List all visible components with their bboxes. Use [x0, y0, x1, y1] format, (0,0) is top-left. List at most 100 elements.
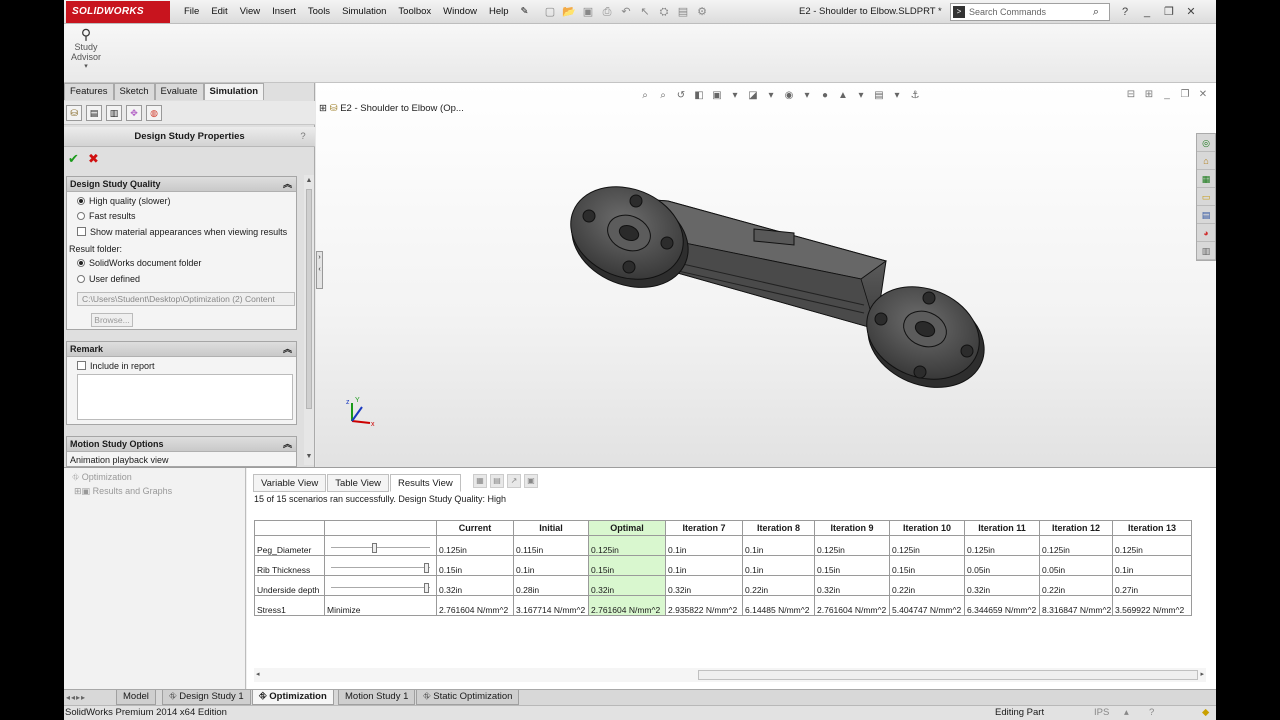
- undo-icon[interactable]: ↶: [618, 4, 634, 20]
- column-header[interactable]: Iteration 10: [889, 520, 965, 536]
- feature-manager-icon[interactable]: ⛁: [66, 105, 82, 121]
- menu-file[interactable]: File: [178, 0, 205, 24]
- graphics-area[interactable]: ⊞ ⛁ E2 - Shoulder to Elbow (Op... ⌕ ⌕ ↺ …: [316, 83, 1216, 467]
- design-library-icon[interactable]: ⌂: [1197, 152, 1215, 170]
- select-icon[interactable]: ↖: [637, 4, 653, 20]
- property-manager-icon[interactable]: ▤: [86, 105, 102, 121]
- column-header[interactable]: Iteration 13: [1112, 520, 1192, 536]
- value-slider[interactable]: [327, 582, 434, 593]
- export-icon[interactable]: ↗: [507, 474, 521, 488]
- column-header[interactable]: Iteration 7: [665, 520, 743, 536]
- file-properties-icon[interactable]: ▤: [675, 4, 691, 20]
- close-icon[interactable]: ✕: [1182, 3, 1200, 21]
- display-manager-icon[interactable]: ◍: [146, 105, 162, 121]
- fast-results-radio[interactable]: Fast results: [77, 210, 136, 222]
- group-header[interactable]: Motion Study Options ︽: [67, 437, 296, 452]
- optimization-root[interactable]: ⛗ Optimization: [72, 472, 132, 483]
- save-icon[interactable]: ▣: [580, 4, 596, 20]
- help-icon[interactable]: ?: [297, 127, 309, 147]
- results-and-graphs-node[interactable]: ⊞▣ Results and Graphs: [74, 486, 172, 497]
- scroll-right-icon[interactable]: ▸: [1200, 668, 1204, 682]
- slider-knob[interactable]: [424, 582, 430, 593]
- help-icon[interactable]: ?: [1149, 706, 1154, 720]
- solidworks-folder-radio[interactable]: SolidWorks document folder: [77, 257, 201, 269]
- result-folder-path-field[interactable]: C:\Users\Student\Desktop\Optimization (2…: [77, 292, 295, 306]
- collapse-icon[interactable]: ︽: [283, 437, 292, 452]
- rebuild-status-icon[interactable]: ◆: [1202, 706, 1209, 720]
- variable-slider-cell[interactable]: [324, 535, 437, 556]
- tab-navigation-icon[interactable]: ◂◂▸▸: [66, 690, 86, 705]
- file-explorer-icon[interactable]: ▦: [1197, 170, 1215, 188]
- column-header[interactable]: Initial: [513, 520, 589, 536]
- variable-slider-cell[interactable]: [324, 575, 437, 596]
- solidworks-logo[interactable]: SOLIDWORKS: [66, 1, 170, 23]
- graph-icon[interactable]: ▤: [490, 474, 504, 488]
- scrollbar-thumb[interactable]: [306, 189, 312, 409]
- chevron-down-icon[interactable]: ▾: [68, 62, 104, 72]
- slider-knob[interactable]: [424, 562, 430, 573]
- high-quality-radio[interactable]: High quality (slower): [77, 195, 171, 207]
- column-header[interactable]: Iteration 8: [742, 520, 815, 536]
- variable-slider-cell[interactable]: [324, 555, 437, 576]
- tab-features[interactable]: Features: [64, 83, 114, 100]
- expand-icon[interactable]: ⊞: [74, 486, 82, 496]
- menu-toolbox[interactable]: Toolbox: [392, 0, 437, 24]
- new-document-icon[interactable]: ▢: [542, 4, 558, 20]
- ok-checkmark-icon[interactable]: ✔: [68, 151, 79, 167]
- menu-view[interactable]: View: [234, 0, 266, 24]
- search-commands-input[interactable]: > Search Commands ⌕: [950, 3, 1110, 21]
- dimxpert-icon[interactable]: ✥: [126, 105, 142, 121]
- tab-model[interactable]: Model: [116, 690, 156, 705]
- cancel-x-icon[interactable]: ✖: [88, 151, 99, 167]
- remark-textarea[interactable]: [77, 374, 293, 420]
- include-in-report-checkbox[interactable]: Include in report: [77, 360, 155, 372]
- column-header[interactable]: Iteration 11: [964, 520, 1040, 536]
- restore-icon[interactable]: ❐: [1160, 3, 1178, 21]
- view-palette-icon[interactable]: ▤: [1197, 206, 1215, 224]
- menu-help[interactable]: Help: [483, 0, 515, 24]
- user-defined-radio[interactable]: User defined: [77, 273, 140, 285]
- column-header[interactable]: Iteration 12: [1039, 520, 1113, 536]
- pin-icon[interactable]: ✎: [515, 0, 535, 24]
- solidworks-resources-icon[interactable]: ◎: [1197, 134, 1215, 152]
- column-header-optimal[interactable]: Optimal: [588, 520, 666, 536]
- tab-motion-study-1[interactable]: Motion Study 1: [338, 690, 416, 705]
- horizontal-scrollbar[interactable]: ◂ ▸: [254, 668, 1206, 682]
- column-header[interactable]: Iteration 9: [814, 520, 890, 536]
- menu-window[interactable]: Window: [437, 0, 483, 24]
- options-icon[interactable]: ⚙: [694, 4, 710, 20]
- search-folder-icon[interactable]: ▭: [1197, 188, 1215, 206]
- collapse-icon[interactable]: ︽: [283, 177, 292, 192]
- tab-variable-view[interactable]: Variable View: [253, 474, 327, 492]
- chevron-up-icon[interactable]: ▴: [1124, 706, 1129, 720]
- tab-simulation[interactable]: Simulation: [203, 83, 265, 100]
- column-header[interactable]: Current: [436, 520, 514, 536]
- open-icon[interactable]: 📂: [561, 4, 577, 20]
- scroll-up-icon[interactable]: ▲: [304, 177, 314, 184]
- save-icon[interactable]: ▣: [524, 474, 538, 488]
- scrollbar-thumb[interactable]: [698, 670, 1198, 680]
- tab-sketch[interactable]: Sketch: [113, 83, 155, 100]
- tab-static-optimization[interactable]: ⛗ Static Optimization: [416, 690, 520, 705]
- custom-properties-icon[interactable]: ▥: [1197, 242, 1215, 260]
- search-icon[interactable]: ⌕: [1093, 4, 1099, 20]
- appearances-icon[interactable]: ◕: [1197, 224, 1215, 242]
- tab-design-study-1[interactable]: ⛗ Design Study 1: [162, 690, 251, 705]
- value-slider[interactable]: [327, 562, 434, 573]
- study-advisor-button[interactable]: ⚲ Study Advisor ▾: [68, 26, 104, 72]
- print-icon[interactable]: ⎙: [599, 4, 615, 20]
- group-header[interactable]: Design Study Quality ︽: [67, 177, 296, 192]
- tab-results-view[interactable]: Results View: [390, 474, 461, 492]
- help-icon[interactable]: ?: [1116, 3, 1134, 21]
- rebuild-icon[interactable]: ⛭: [656, 4, 672, 20]
- show-material-checkbox[interactable]: Show material appearances when viewing r…: [77, 226, 287, 238]
- slider-knob[interactable]: [371, 542, 377, 553]
- scroll-down-icon[interactable]: ▼: [304, 453, 314, 460]
- menu-tools[interactable]: Tools: [302, 0, 336, 24]
- menu-simulation[interactable]: Simulation: [336, 0, 392, 24]
- table-icon[interactable]: ▦: [473, 474, 487, 488]
- menu-edit[interactable]: Edit: [205, 0, 233, 24]
- menu-insert[interactable]: Insert: [266, 0, 302, 24]
- unit-system-label[interactable]: IPS: [1094, 706, 1109, 720]
- configuration-manager-icon[interactable]: ▥: [106, 105, 122, 121]
